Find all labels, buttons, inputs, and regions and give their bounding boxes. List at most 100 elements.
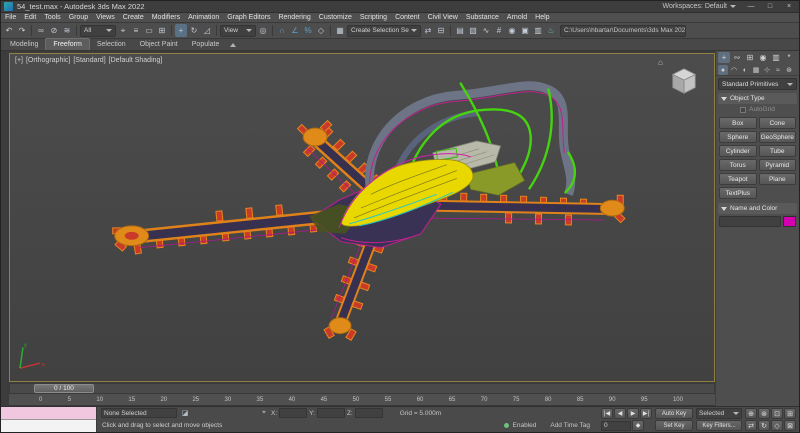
modify-tab-icon[interactable]: ∾: [731, 52, 743, 63]
material-editor-icon[interactable]: ◉: [506, 24, 518, 37]
utilities-tab-icon[interactable]: *: [783, 52, 795, 63]
bind-to-space-warp-icon[interactable]: ≋: [61, 24, 73, 37]
spinner-snap-icon[interactable]: ◇: [315, 24, 327, 37]
separator[interactable]: [216, 25, 217, 36]
maximize-button[interactable]: □: [763, 3, 777, 10]
viewport-pov-menu[interactable]: [Orthographic]: [26, 57, 70, 64]
object-type-button[interactable]: Plane: [758, 173, 796, 185]
angle-snap-icon[interactable]: ∠: [289, 24, 301, 37]
zoom-extents-icon[interactable]: ⊡: [771, 408, 783, 419]
systems-category-icon[interactable]: ⊛: [784, 65, 794, 75]
coord-x-field[interactable]: [279, 408, 308, 419]
use-pivot-point-icon[interactable]: ◎: [257, 24, 269, 37]
menu-item[interactable]: Views: [92, 13, 119, 22]
selection-filter-dropdown[interactable]: All: [80, 24, 116, 37]
motion-tab-icon[interactable]: ◉: [757, 52, 769, 63]
rectangular-selection-region-icon[interactable]: ▭: [143, 24, 155, 37]
menu-item[interactable]: Tools: [40, 13, 64, 22]
ribbon-minimize-icon[interactable]: [230, 43, 237, 47]
object-type-button[interactable]: Cone: [758, 117, 796, 129]
separator[interactable]: [171, 25, 172, 36]
field-of-view-icon[interactable]: ◇: [771, 420, 783, 431]
tab-modeling[interactable]: Modeling: [3, 39, 45, 50]
orbit-icon[interactable]: ↻: [758, 420, 770, 431]
viewport-general-menu[interactable]: [+]: [15, 57, 23, 64]
menu-item[interactable]: Animation: [184, 13, 223, 22]
object-type-rollout[interactable]: Object Type: [718, 93, 797, 104]
lights-category-icon[interactable]: ◐: [740, 65, 750, 75]
mirror-icon[interactable]: ⇄: [422, 24, 434, 37]
primitives-dropdown[interactable]: Standard Primitives: [718, 78, 797, 90]
tab-freeform[interactable]: Freeform: [45, 38, 90, 50]
time-slider-handle[interactable]: 0 / 100: [34, 384, 94, 393]
workspaces-dropdown[interactable]: Workspaces: Default: [660, 3, 739, 10]
object-type-button[interactable]: Sphere: [719, 131, 757, 143]
current-frame-field[interactable]: 0: [601, 420, 631, 431]
render-icon[interactable]: ♨: [545, 24, 557, 37]
percent-snap-icon[interactable]: %: [302, 24, 314, 37]
auto-key-button[interactable]: Auto Key: [655, 408, 693, 419]
key-mode-toggle-button[interactable]: ◆: [632, 420, 644, 431]
tab-object-paint[interactable]: Object Paint: [133, 39, 185, 50]
coord-y-field[interactable]: [316, 408, 345, 419]
menu-item[interactable]: Create: [119, 13, 148, 22]
helpers-category-icon[interactable]: ⊹: [762, 65, 772, 75]
menu-item[interactable]: Scripting: [356, 13, 391, 22]
close-button[interactable]: ×: [782, 3, 796, 10]
object-type-button[interactable]: TextPlus: [719, 187, 757, 199]
go-to-end-button[interactable]: ▶|: [640, 408, 652, 419]
edit-named-selections-icon[interactable]: ▦: [334, 24, 346, 37]
viewcube[interactable]: ⌂: [658, 58, 704, 99]
window-crossing-icon[interactable]: ⊞: [156, 24, 168, 37]
selection-set-dropdown[interactable]: Selected: [696, 408, 742, 419]
maximize-viewport-toggle-icon[interactable]: ⊠: [784, 420, 796, 431]
display-tab-icon[interactable]: ▥: [770, 52, 782, 63]
space-warps-category-icon[interactable]: ≈: [773, 65, 783, 75]
name-color-rollout[interactable]: Name and Color: [718, 203, 797, 214]
add-time-tag[interactable]: Add Time Tag: [550, 422, 590, 429]
separator[interactable]: [272, 25, 273, 36]
separator[interactable]: [330, 25, 331, 36]
select-and-move-icon[interactable]: +: [175, 24, 187, 37]
viewcube-home-icon[interactable]: ⌂: [658, 58, 704, 67]
hierarchy-tab-icon[interactable]: ⊞: [744, 52, 756, 63]
align-icon[interactable]: ⊟: [435, 24, 447, 37]
create-tab-icon[interactable]: +: [718, 52, 730, 63]
menu-item[interactable]: Civil View: [424, 13, 462, 22]
track-bar[interactable]: 0 5 10 15 20 25 30 35 40 45 50 55 60 65 70 75 80 85 90 95 10…: [9, 394, 715, 406]
cameras-category-icon[interactable]: ▦: [751, 65, 761, 75]
project-folder-field[interactable]: C:\Users\hbartar\Documents\3ds Max 2022 …: [560, 24, 686, 37]
tab-populate[interactable]: Populate: [185, 39, 227, 50]
menu-item[interactable]: Rendering: [274, 13, 314, 22]
render-setup-icon[interactable]: ▣: [519, 24, 531, 37]
zoom-all-icon[interactable]: ⊛: [758, 408, 770, 419]
maxscript-listener-line[interactable]: [1, 420, 96, 432]
menu-item[interactable]: Customize: [315, 13, 356, 22]
layer-manager-icon[interactable]: ▤: [454, 24, 466, 37]
reference-coordinate-dropdown[interactable]: View: [220, 24, 256, 37]
unlink-selection-icon[interactable]: ⊘: [48, 24, 60, 37]
zoom-icon[interactable]: ⊕: [745, 408, 757, 419]
shapes-category-icon[interactable]: ◠: [729, 65, 739, 75]
object-type-button[interactable]: Teapot: [719, 173, 757, 185]
menu-item[interactable]: Arnold: [503, 13, 531, 22]
named-selection-set-field[interactable]: Create Selection Se: [347, 24, 421, 37]
set-key-button[interactable]: Set Key: [655, 420, 693, 431]
undo-icon[interactable]: ↶: [3, 24, 15, 37]
object-type-button[interactable]: Pyramid: [758, 159, 796, 171]
select-and-link-icon[interactable]: ∞: [35, 24, 47, 37]
play-button[interactable]: ▶: [627, 408, 639, 419]
select-object-icon[interactable]: ⌖: [117, 24, 129, 37]
key-filters-button[interactable]: Key Filters...: [696, 420, 742, 431]
minimize-button[interactable]: —: [744, 3, 758, 10]
menu-item[interactable]: Graph Editors: [223, 13, 274, 22]
menu-item[interactable]: Edit: [20, 13, 40, 22]
absolute-mode-icon[interactable]: ⌖: [259, 409, 269, 417]
pan-icon[interactable]: ⇄: [745, 420, 757, 431]
time-slider[interactable]: 0 / 100: [9, 383, 715, 394]
separator[interactable]: [450, 25, 451, 36]
scene-model[interactable]: x y: [10, 54, 714, 381]
object-type-button[interactable]: Box: [719, 117, 757, 129]
schematic-view-icon[interactable]: #: [493, 24, 505, 37]
coord-z-field[interactable]: [354, 408, 383, 419]
